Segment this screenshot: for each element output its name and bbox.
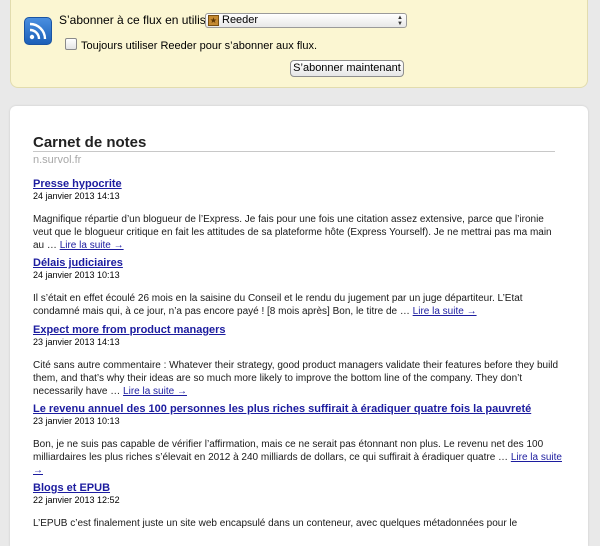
always-use-checkbox[interactable]	[65, 38, 77, 50]
feed-url: n.survol.fr	[33, 154, 82, 166]
entry-date: 22 janvier 2013 12:52	[33, 495, 120, 505]
rss-feed-icon	[24, 17, 52, 45]
entry-title-link[interactable]: Blogs et EPUB	[33, 482, 563, 494]
feed-card: Carnet de notes n.survol.fr Presse hypoc…	[10, 106, 588, 546]
entry-date: 24 janvier 2013 14:13	[33, 191, 120, 201]
feed-entry: Presse hypocrite 24 janvier 2013 14:13 M…	[33, 178, 563, 252]
entry-date: 23 janvier 2013 10:13	[33, 416, 120, 426]
always-use-row: Toujours utiliser Reeder pour s’abonner …	[65, 38, 317, 52]
entry-date: 24 janvier 2013 10:13	[33, 270, 120, 280]
always-use-label: Toujours utiliser Reeder pour s’abonner …	[81, 40, 318, 52]
title-divider	[33, 151, 555, 152]
entry-summary-text: L’EPUB c’est finalement juste un site we…	[33, 518, 518, 529]
subscribe-label: S’abonner à ce flux en utilisant	[59, 13, 223, 27]
read-more-link[interactable]: Lire la suite →	[123, 386, 187, 397]
reeder-star-icon: ★	[208, 15, 219, 26]
entry-title-link[interactable]: Expect more from product managers	[33, 324, 563, 336]
entry-title-link[interactable]: Le revenu annuel des 100 personnes les p…	[33, 403, 563, 415]
entry-summary: L’EPUB c’est finalement juste un site we…	[33, 517, 563, 530]
read-more-link[interactable]: Lire la suite →	[413, 306, 477, 317]
entry-date: 23 janvier 2013 14:13	[33, 337, 120, 347]
entry-summary-text: Bon, je ne suis pas capable de vérifier …	[33, 439, 544, 463]
entry-title-link[interactable]: Presse hypocrite	[33, 178, 563, 190]
entry-summary: Magnifique répartie d’un blogueur de l’E…	[33, 213, 563, 252]
subscribe-panel: S’abonner à ce flux en utilisant ★ Reede…	[10, 0, 588, 88]
entry-title-link[interactable]: Délais judiciaires	[33, 257, 563, 269]
entry-summary-text: Cité sans autre commentaire : Whatever t…	[33, 360, 559, 397]
feed-entry: Blogs et EPUB 22 janvier 2013 12:52 L’EP…	[33, 482, 563, 530]
read-more-link[interactable]: Lire la suite →	[60, 240, 124, 251]
feed-entry: Expect more from product managers 23 jan…	[33, 324, 563, 398]
subscribe-now-button[interactable]: S’abonner maintenant	[290, 60, 404, 77]
selected-app-name: Reeder	[222, 14, 259, 26]
entry-summary: Il s’était en effet écoulé 26 mois en la…	[33, 292, 563, 318]
select-arrows-icon: ▲ ▼	[397, 15, 403, 27]
entry-summary: Cité sans autre commentaire : Whatever t…	[33, 359, 563, 398]
feed-entry: Le revenu annuel des 100 personnes les p…	[33, 403, 563, 477]
entry-summary: Bon, je ne suis pas capable de vérifier …	[33, 438, 563, 477]
subscribe-app-select[interactable]: ★ Reeder ▲ ▼	[205, 13, 407, 28]
feed-title: Carnet de notes	[33, 134, 147, 151]
feed-entry: Délais judiciaires 24 janvier 2013 10:13…	[33, 257, 563, 318]
